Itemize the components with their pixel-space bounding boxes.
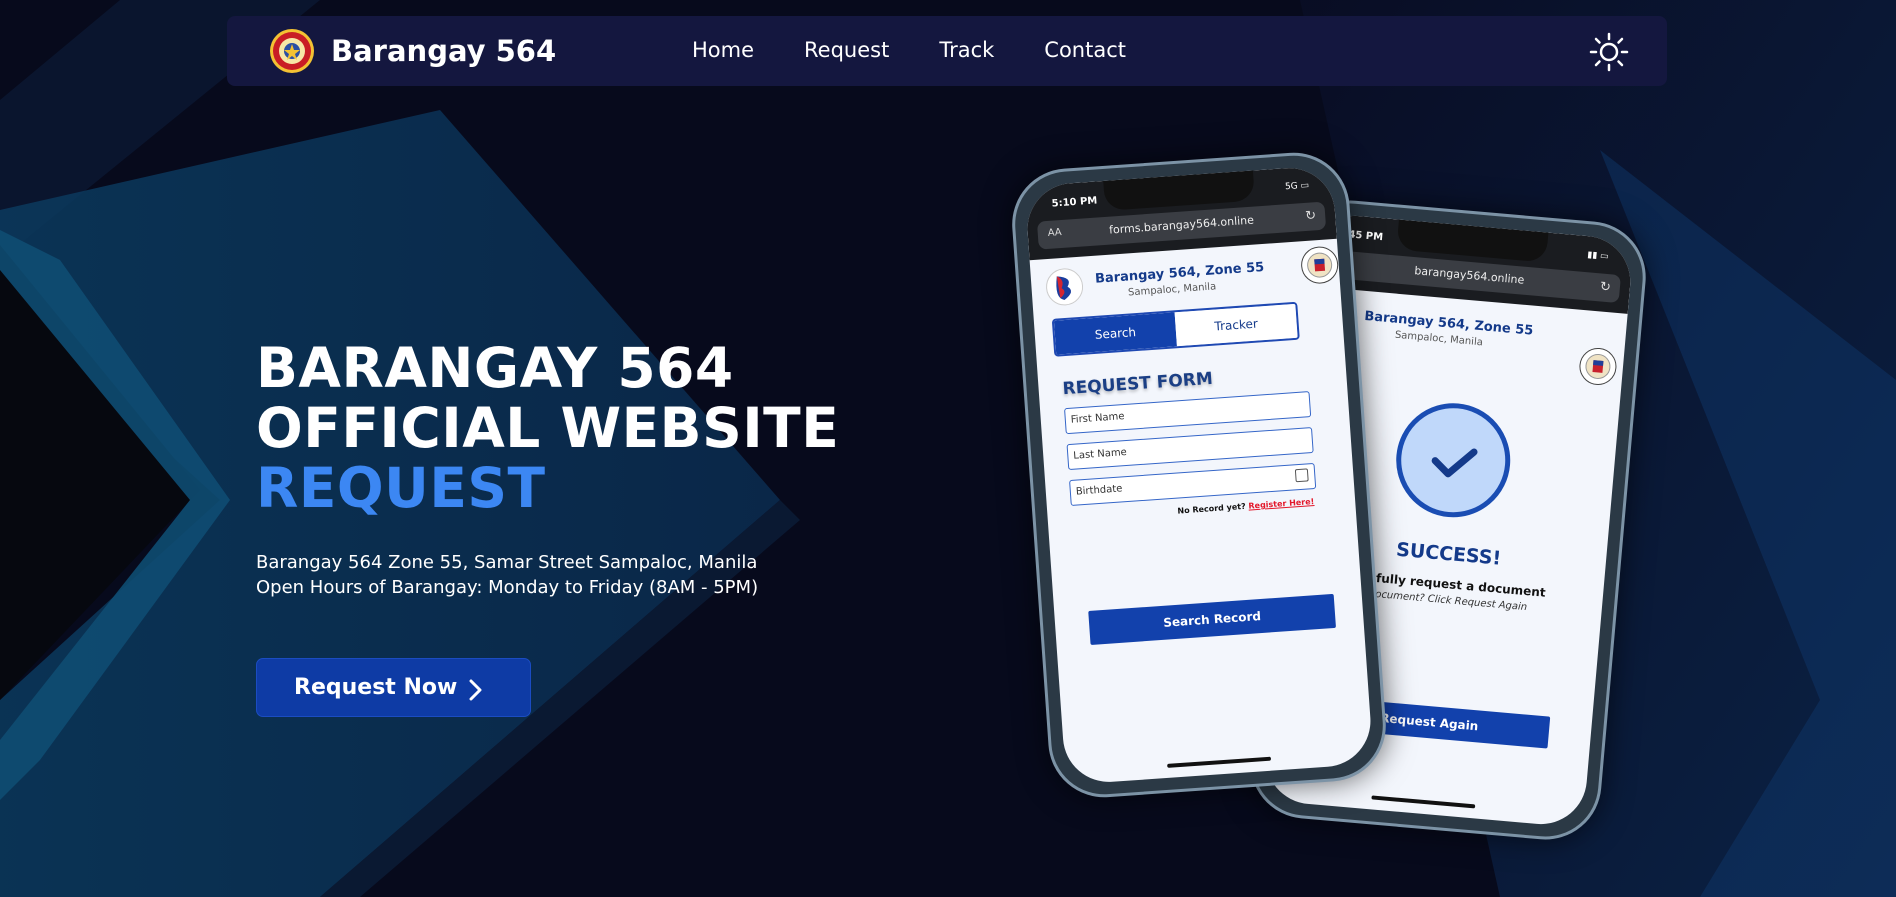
- last-name-field[interactable]: Last Name: [1066, 427, 1314, 471]
- city-logo-icon: [1046, 268, 1084, 306]
- phone-request-screen: 5:10 PM 5G ▭ AA forms.barangay564.online…: [1024, 164, 1374, 786]
- nav-track-link[interactable]: Track: [939, 38, 994, 62]
- tab-search[interactable]: Search: [1053, 312, 1177, 355]
- signal-indicator: 5G ▭: [1284, 180, 1310, 193]
- browser-url: forms.barangay564.online: [1108, 213, 1255, 237]
- chevron-right-icon: [469, 679, 482, 701]
- address-text: Barangay 564 Zone 55, Samar Street Sampa…: [256, 552, 758, 573]
- calendar-icon[interactable]: [1294, 468, 1309, 483]
- hero-title: BARANGAY 564 OFFICIAL WEBSITE REQUEST: [256, 338, 839, 518]
- hours-text: Open Hours of Barangay: Monday to Friday…: [256, 577, 759, 598]
- network-label: 5G: [1284, 181, 1299, 193]
- home-indicator: [1167, 756, 1272, 768]
- barangay-seal-icon[interactable]: [269, 28, 315, 74]
- sun-icon[interactable]: [1589, 32, 1629, 72]
- no-record-text: No Record yet? Register Here!: [1177, 497, 1314, 516]
- hero-title-accent: REQUEST: [256, 456, 546, 520]
- request-now-button[interactable]: Request Now: [256, 658, 531, 717]
- tab-tracker[interactable]: Tracker: [1174, 303, 1298, 347]
- success-check-circle: [1391, 398, 1515, 522]
- barangay-seal-icon: [1301, 246, 1339, 284]
- register-here-link[interactable]: Register Here!: [1248, 497, 1314, 511]
- request-form-title: REQUEST FORM: [1061, 368, 1214, 400]
- phone1-subheading: Sampaloc, Manila: [1127, 281, 1217, 299]
- check-icon: [1431, 448, 1478, 478]
- status-time: 5:10 PM: [1051, 195, 1098, 210]
- hero-title-line1: BARANGAY 564: [256, 336, 734, 400]
- reload-icon[interactable]: ↻: [1599, 279, 1611, 295]
- site-brand[interactable]: Barangay 564: [331, 34, 556, 68]
- nav-home-link[interactable]: Home: [692, 38, 754, 62]
- home-indicator: [1371, 795, 1476, 809]
- no-record-label: No Record yet?: [1177, 501, 1246, 516]
- browser-url: barangay564.online: [1413, 264, 1525, 287]
- phone1-heading: Barangay 564, Zone 55: [1094, 259, 1265, 287]
- browser-url-bar[interactable]: AA barangay564.online ↻: [1317, 248, 1621, 304]
- request-now-label: Request Now: [294, 675, 458, 700]
- nav-request-link[interactable]: Request: [804, 38, 889, 62]
- main-menu: Home Request Track Contact: [692, 38, 1176, 62]
- phone-mockup-request-form: 5:10 PM 5G ▭ AA forms.barangay564.online…: [1008, 148, 1390, 802]
- first-name-field[interactable]: First Name: [1064, 391, 1312, 435]
- barangay-seal-icon: [1579, 347, 1617, 385]
- success-title: SUCCESS!: [1395, 538, 1502, 570]
- top-navigation: Barangay 564 Home Request Track Contact: [227, 16, 1667, 86]
- reload-icon[interactable]: ↻: [1305, 208, 1317, 224]
- battery-icon: ▮▮ ▭: [1586, 250, 1609, 262]
- browser-url-bar[interactable]: AA forms.barangay564.online ↻: [1036, 201, 1327, 250]
- hero-title-line2: OFFICIAL WEBSITE: [256, 396, 840, 460]
- search-record-button[interactable]: Search Record: [1088, 593, 1336, 645]
- nav-contact-link[interactable]: Contact: [1044, 38, 1126, 62]
- hero-info: Barangay 564 Zone 55, Samar Street Sampa…: [256, 550, 758, 600]
- search-tracker-tabs: Search Tracker: [1051, 301, 1300, 357]
- birthdate-placeholder: Birthdate: [1075, 483, 1123, 498]
